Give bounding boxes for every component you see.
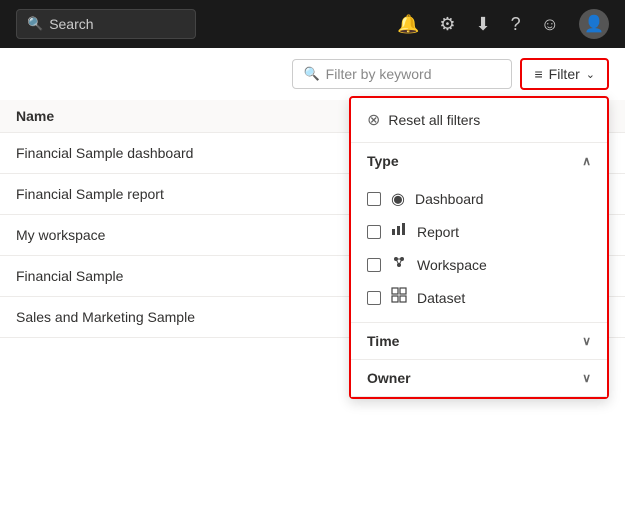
avatar[interactable]: 👤 <box>579 9 609 39</box>
download-icon[interactable]: ⬇ <box>476 14 491 35</box>
filter-option-workspace[interactable]: Workspace <box>351 248 607 281</box>
filter-section-time-header[interactable]: Time ∨ <box>351 323 607 359</box>
filter-button[interactable]: ≡ Filter ⌄ <box>520 58 609 90</box>
workspace-icon <box>391 254 407 275</box>
filter-option-dataset[interactable]: Dataset <box>351 281 607 314</box>
main-content: 🔍 Filter by keyword ≡ Filter ⌄ Name Ty F… <box>0 48 625 507</box>
dashboard-icon: ◉ <box>391 189 405 209</box>
filter-chevron-icon: ⌄ <box>586 68 595 81</box>
filter-section-type: Type ∧ ◉ Dashboard <box>351 143 607 323</box>
bell-icon[interactable]: 🔔 <box>397 14 419 35</box>
filter-section-owner-label: Owner <box>367 370 411 386</box>
filter-option-report[interactable]: Report <box>351 215 607 248</box>
filter-section-time: Time ∨ <box>351 323 607 360</box>
dashboard-label: Dashboard <box>415 191 484 207</box>
report-label: Report <box>417 224 459 240</box>
filter-section-owner-header[interactable]: Owner ∨ <box>351 360 607 396</box>
workspace-checkbox[interactable] <box>367 258 381 272</box>
time-chevron-icon: ∨ <box>582 334 591 348</box>
filter-section-type-label: Type <box>367 153 399 169</box>
filter-section-time-label: Time <box>367 333 399 349</box>
smiley-icon[interactable]: ☺ <box>541 14 559 35</box>
dataset-checkbox[interactable] <box>367 291 381 305</box>
workspace-label: Workspace <box>417 257 487 273</box>
search-icon: 🔍 <box>27 16 43 32</box>
filter-button-label: Filter <box>549 66 580 82</box>
toolbar: 🔍 Filter by keyword ≡ Filter ⌄ <box>0 48 625 100</box>
navbar-icons: 🔔 ⚙ ⬇ ? ☺ 👤 <box>397 9 609 39</box>
report-icon <box>391 221 407 242</box>
dataset-icon <box>391 287 407 308</box>
reset-icon: ⊗ <box>367 110 380 130</box>
type-chevron-icon: ∧ <box>582 154 591 168</box>
filter-lines-icon: ≡ <box>534 66 542 82</box>
owner-chevron-icon: ∨ <box>582 371 591 385</box>
filter-keyword-text: Filter by keyword <box>326 66 432 82</box>
filter-panel: ⊗ Reset all filters Type ∧ ◉ Dashboard <box>349 96 609 399</box>
reset-all-filters-button[interactable]: ⊗ Reset all filters <box>351 98 607 143</box>
dataset-label: Dataset <box>417 290 465 306</box>
dashboard-checkbox[interactable] <box>367 192 381 206</box>
navbar: 🔍 Search 🔔 ⚙ ⬇ ? ☺ 👤 <box>0 0 625 48</box>
filter-keyword-icon: 🔍 <box>303 66 319 82</box>
filter-section-type-header[interactable]: Type ∧ <box>351 143 607 179</box>
filter-section-type-body: ◉ Dashboard Report <box>351 179 607 322</box>
search-text: Search <box>49 16 93 32</box>
help-icon[interactable]: ? <box>511 14 521 35</box>
reset-label: Reset all filters <box>388 112 480 128</box>
avatar-icon: 👤 <box>584 14 604 34</box>
settings-icon[interactable]: ⚙ <box>439 14 455 35</box>
search-box[interactable]: 🔍 Search <box>16 9 196 39</box>
filter-keyword-box[interactable]: 🔍 Filter by keyword <box>292 59 512 89</box>
filter-option-dashboard[interactable]: ◉ Dashboard <box>351 183 607 215</box>
report-checkbox[interactable] <box>367 225 381 239</box>
filter-section-owner: Owner ∨ <box>351 360 607 397</box>
